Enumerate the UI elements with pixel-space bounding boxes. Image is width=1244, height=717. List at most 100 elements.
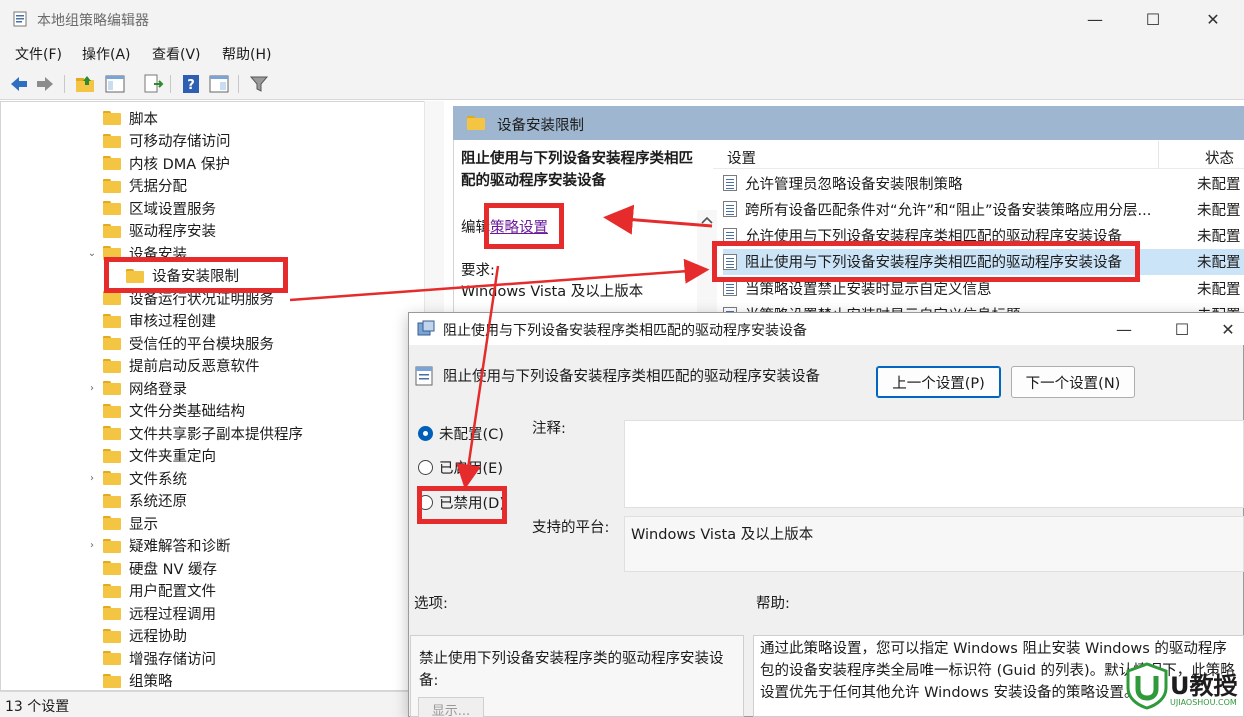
properties-icon[interactable] <box>208 73 230 95</box>
filter-icon[interactable] <box>248 73 270 95</box>
tree-pane[interactable] <box>0 101 444 691</box>
tree-item[interactable]: 区域设置服务 <box>103 197 216 219</box>
policy-document-icon <box>723 175 737 191</box>
tree-item-label: 远程协助 <box>129 629 187 645</box>
tree-item-label: 文件共享影子副本提供程序 <box>129 426 303 443</box>
folder-icon <box>103 201 121 215</box>
maximize-button[interactable]: ☐ <box>1124 0 1182 38</box>
tree-item[interactable]: 系统还原 <box>103 490 187 512</box>
folder-icon <box>103 291 121 305</box>
folder-icon <box>103 673 121 688</box>
tree-item-label: 用户配置文件 <box>129 584 216 600</box>
tree-item[interactable]: 可移动存储访问 <box>103 130 231 152</box>
tree-item[interactable]: › 疑难解答和诊断 <box>90 535 231 557</box>
next-setting-button[interactable]: 下一个设置(N) <box>1011 366 1135 398</box>
folder-icon <box>103 583 121 598</box>
menu-file[interactable]: 文件(F) <box>15 44 62 64</box>
tree-item[interactable]: 远程协助 <box>103 625 187 647</box>
column-state[interactable]: 状态 <box>1205 147 1234 168</box>
tree-item[interactable]: 文件夹重定向 <box>103 445 216 467</box>
folder-icon <box>103 403 121 418</box>
chevron-down-icon[interactable]: ⌄ <box>86 247 98 259</box>
toolbar-separator <box>64 75 65 93</box>
export-list-icon[interactable] <box>142 73 164 95</box>
tree-item[interactable]: › 文件系统 <box>90 467 187 489</box>
back-icon[interactable] <box>8 73 30 95</box>
tree-item[interactable]: 驱动程序安装 <box>103 220 216 242</box>
tree-item-label: 可移动存储访问 <box>129 134 231 150</box>
tree-item[interactable]: › 网络登录 <box>90 377 187 399</box>
tree-item[interactable]: 用户配置文件 <box>103 580 216 602</box>
setting-row[interactable]: 允许管理员忽略设备安装限制策略 未配置 <box>723 170 1244 196</box>
tree-item[interactable]: 内核 DMA 保护 <box>103 152 230 174</box>
platform-value: Windows Vista 及以上版本 <box>624 516 1244 572</box>
folder-icon <box>103 561 121 575</box>
watermark-brand: U教授 <box>1170 672 1238 700</box>
tree-item[interactable]: 增强存储访问 <box>103 647 216 669</box>
platform-label: 支持的平台: <box>532 520 610 536</box>
radio-indicator[interactable] <box>418 425 433 441</box>
setting-row[interactable]: 跨所有设备匹配条件对“允许”和“阻止”设备安装策略应用分层... 未配置 <box>723 196 1244 222</box>
menu-view[interactable]: 查看(V) <box>152 44 201 64</box>
dialog-close-button[interactable]: ✕ <box>1212 313 1244 345</box>
show-button[interactable]: 显示... <box>418 697 484 717</box>
tree-item[interactable]: 组策略 <box>103 670 173 692</box>
menu-help[interactable]: 帮助(H) <box>222 44 271 64</box>
chevron-right-icon[interactable]: › <box>86 382 98 394</box>
setting-state: 未配置 <box>1197 255 1241 272</box>
setting-name: 允许管理员忽略设备安装限制策略 <box>745 176 963 193</box>
tree-item-label: 增强存储访问 <box>129 651 216 668</box>
column-divider <box>1158 141 1159 169</box>
minimize-button[interactable]: — <box>1066 0 1124 38</box>
folder-icon <box>103 628 121 643</box>
dialog-maximize-button[interactable]: ☐ <box>1154 313 1210 345</box>
tree-item-label: 驱动程序安装 <box>129 224 216 240</box>
folder-icon <box>103 471 121 485</box>
highlight-tree-item <box>104 257 288 293</box>
highlight-disabled-radio <box>417 486 507 524</box>
radio-enabled[interactable]: 已启用(E) <box>418 456 503 478</box>
tree-item[interactable]: 显示 <box>103 512 158 534</box>
chevron-right-icon[interactable]: › <box>86 472 98 484</box>
folder-icon <box>103 133 121 148</box>
up-folder-icon[interactable] <box>74 73 96 95</box>
title-bar <box>0 0 1244 38</box>
tree-item[interactable]: 受信任的平台模块服务 <box>103 332 274 354</box>
dialog-minimize-button[interactable]: — <box>1096 313 1152 345</box>
setting-state: 未配置 <box>1197 229 1241 246</box>
scroll-up-icon[interactable] <box>697 210 717 230</box>
tree-item-label: 文件分类基础结构 <box>129 404 245 420</box>
comment-textarea[interactable] <box>624 420 1244 508</box>
tree-item[interactable]: 脚本 <box>103 107 158 129</box>
folder-icon <box>103 313 121 328</box>
tree-item-label: 凭据分配 <box>129 179 187 195</box>
tree-item[interactable]: 文件共享影子副本提供程序 <box>103 422 303 444</box>
chevron-right-icon[interactable]: › <box>86 540 98 552</box>
folder-icon <box>103 111 121 125</box>
folder-icon <box>103 448 121 463</box>
description-title: 阻止使用与下列设备安装程序类相匹配的驱动程序安装设备 <box>461 151 693 189</box>
radio-indicator[interactable] <box>418 459 433 475</box>
tree-item[interactable]: 远程过程调用 <box>103 602 216 624</box>
close-button[interactable]: ✕ <box>1184 0 1242 38</box>
column-setting[interactable]: 设置 <box>727 147 756 168</box>
tree-item[interactable]: 文件分类基础结构 <box>103 400 245 422</box>
radio-label: 已启用(E) <box>439 460 503 477</box>
tree-item-label: 区域设置服务 <box>129 201 216 218</box>
tree-item[interactable]: 凭据分配 <box>103 175 187 197</box>
tree-item-label: 提前启动反恶意软件 <box>129 359 260 375</box>
tree-item[interactable]: 审核过程创建 <box>103 310 216 332</box>
help-icon[interactable]: ? <box>180 73 202 95</box>
svg-text:?: ? <box>187 78 195 93</box>
tree-item[interactable]: 提前启动反恶意软件 <box>103 355 260 377</box>
forward-icon[interactable] <box>34 73 56 95</box>
folder-icon <box>103 516 121 530</box>
tree-item[interactable]: 硬盘 NV 缓存 <box>103 557 217 579</box>
menu-action[interactable]: 操作(A) <box>82 44 131 64</box>
show-hide-tree-icon[interactable] <box>104 73 126 95</box>
radio-not-configured[interactable]: 未配置(C) <box>418 422 504 444</box>
previous-setting-button[interactable]: 上一个设置(P) <box>876 366 1001 398</box>
dialog-title: 阻止使用与下列设备安装程序类相匹配的驱动程序安装设备 <box>443 323 807 339</box>
folder-icon <box>103 336 121 350</box>
toolbar-separator <box>170 75 171 93</box>
